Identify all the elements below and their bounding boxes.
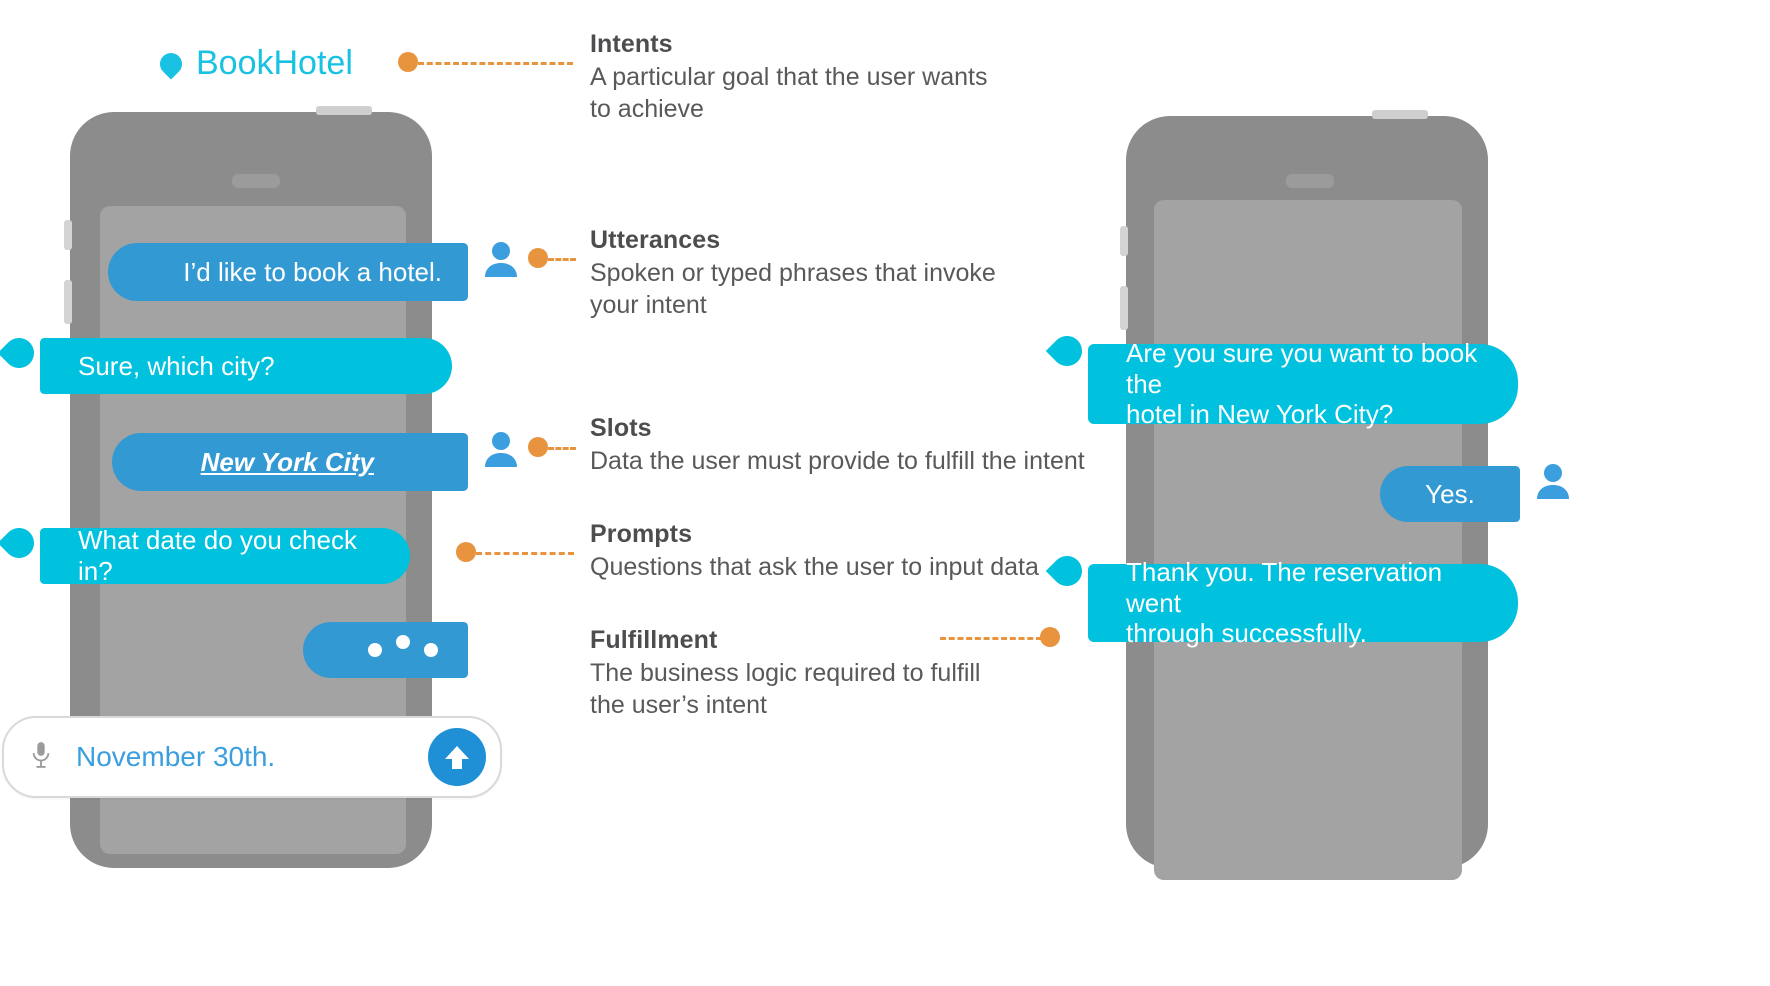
- annotation-fulfillment: Fulfillment The business logic required …: [590, 626, 1110, 721]
- connector-line-slots: [548, 447, 576, 450]
- annotation-title: Slots: [590, 414, 652, 442]
- annotation-description: Data the user must provide to fulfill th…: [590, 447, 1085, 475]
- volume-up-button[interactable]: [64, 220, 72, 250]
- earpiece-speaker: [1286, 174, 1334, 188]
- annotation-slots: Slots Data the user must provide to fulf…: [590, 414, 1190, 477]
- message-text: What date do you check in?: [78, 525, 357, 586]
- user-avatar-icon: [1536, 462, 1570, 500]
- chat-bubble-bot: Are you sure you want to book the hotel …: [1088, 338, 1518, 429]
- slot-value-text: New York City: [200, 446, 374, 477]
- bot-bubble-tail: [0, 521, 41, 565]
- annotation-title: Intents: [590, 30, 673, 58]
- power-button[interactable]: [1372, 110, 1428, 119]
- message-input-bar[interactable]: November 30th.: [2, 716, 502, 798]
- annotation-intents: Intents A particular goal that the user …: [590, 30, 1150, 125]
- chat-bubble-user-slot: New York City: [112, 433, 468, 491]
- send-button[interactable]: [428, 728, 486, 786]
- annotation-description: The business logic required to fulfill t…: [590, 659, 981, 719]
- chat-bubble-user: Yes.: [1380, 466, 1520, 522]
- annotation-description: Spoken or typed phrases that invoke your…: [590, 259, 996, 319]
- connector-dot-utterances: [528, 248, 548, 268]
- diagram-canvas: BookHotel I’d like to book a hotel. Sure…: [0, 0, 1770, 986]
- message-text: Sure, which city?: [78, 350, 275, 381]
- annotation-description: A particular goal that the user wants to…: [590, 63, 988, 123]
- bot-bubble-tail: [0, 331, 41, 375]
- bot-name-badge: BookHotel: [155, 44, 353, 83]
- right-phone-screen: [1154, 200, 1462, 880]
- annotation-title: Utterances: [590, 226, 721, 254]
- message-input-value[interactable]: November 30th.: [76, 741, 428, 773]
- chat-bubble-user: I’d like to book a hotel.: [108, 243, 468, 301]
- chat-bubble-typing-indicator: [303, 622, 468, 678]
- earpiece-speaker: [232, 174, 280, 188]
- volume-down-button[interactable]: [64, 280, 72, 324]
- connector-dot-slots: [528, 437, 548, 457]
- message-text: I’d like to book a hotel.: [183, 256, 442, 287]
- annotation-description: Questions that ask the user to input dat…: [590, 553, 1039, 581]
- annotation-utterances: Utterances Spoken or typed phrases that …: [590, 226, 1150, 321]
- bot-bubble-tail: [1045, 329, 1089, 373]
- annotation-title: Prompts: [590, 520, 693, 548]
- chat-bubble-bot: What date do you check in?: [40, 525, 410, 586]
- bot-name-label: BookHotel: [196, 44, 353, 82]
- connector-line-utterances: [548, 258, 576, 261]
- typing-dots-icon: [333, 635, 438, 665]
- connector-line-intents: [418, 62, 573, 65]
- message-text: Yes.: [1425, 478, 1475, 509]
- user-avatar-icon: [484, 430, 518, 468]
- connector-dot-prompts: [456, 542, 476, 562]
- user-avatar-icon: [484, 240, 518, 278]
- annotation-title: Fulfillment: [590, 626, 718, 654]
- connector-line-prompts: [476, 552, 574, 555]
- power-button[interactable]: [316, 106, 372, 115]
- connector-dot-intents: [398, 52, 418, 72]
- chat-bubble-bot: Sure, which city?: [40, 338, 452, 394]
- annotation-prompts: Prompts Questions that ask the user to i…: [590, 520, 1190, 583]
- speech-bubble-icon: [155, 47, 187, 80]
- microphone-icon[interactable]: [30, 741, 52, 774]
